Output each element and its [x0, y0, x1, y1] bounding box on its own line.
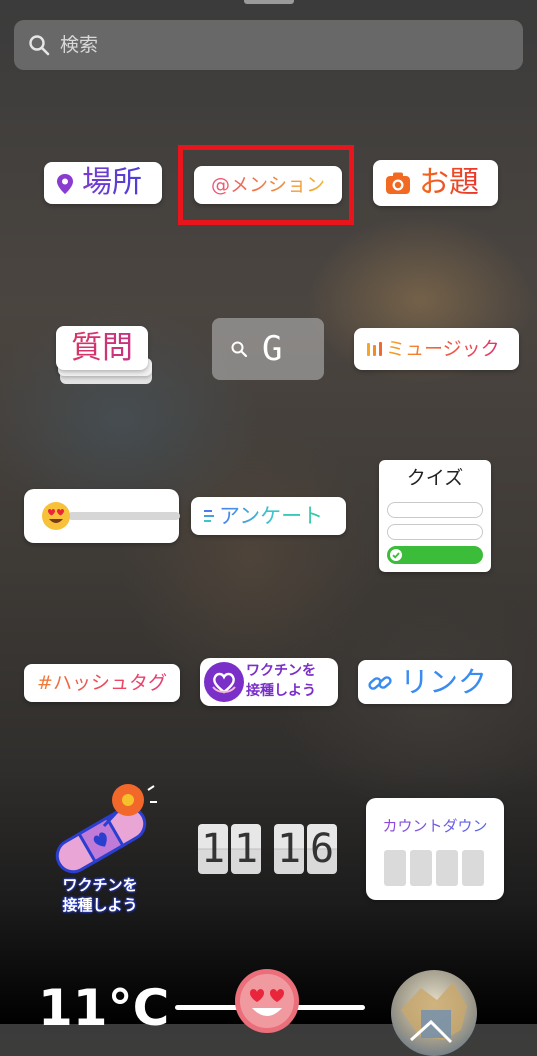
clock-digit: 6 — [307, 824, 337, 874]
vaccine-label-line1: ワクチンを — [246, 663, 316, 679]
quiz-label: クイズ — [406, 467, 464, 489]
clock-digit: 1 — [274, 824, 304, 874]
gif-search-sticker[interactable]: G — [212, 318, 324, 380]
location-pin-icon — [57, 174, 73, 194]
slider-track — [68, 512, 180, 520]
link-label: リンク — [400, 665, 488, 699]
highlight-box — [178, 145, 354, 225]
quiz-option — [387, 502, 483, 518]
question-label: 質問 — [56, 326, 148, 370]
countdown-box — [384, 850, 406, 886]
link-sticker[interactable]: リンク — [358, 660, 512, 704]
location-label: 場所 — [82, 163, 142, 203]
music-sticker[interactable]: ミュージック — [354, 328, 519, 370]
temperature-sticker[interactable]: 11°C — [38, 978, 169, 1038]
avatar[interactable] — [391, 970, 477, 1056]
heart-eyes-emoji-icon[interactable] — [234, 968, 300, 1034]
theme-label: お題 — [419, 162, 479, 204]
poll-lines-icon — [204, 510, 214, 522]
gif-search-label: G — [262, 329, 283, 369]
countdown-box — [462, 850, 484, 886]
clock-digit: 1 — [231, 824, 261, 874]
flip-clock-sticker[interactable]: 1 1 1 6 — [198, 824, 340, 874]
location-sticker[interactable]: 場所 — [44, 162, 162, 204]
search-input[interactable]: 検索 — [60, 32, 98, 58]
check-icon — [390, 549, 402, 561]
link-icon — [368, 676, 392, 690]
poll-sticker[interactable]: アンケート — [191, 497, 346, 535]
vaccine-sticker[interactable]: ワクチンを 接種しよう — [200, 658, 338, 706]
sheet-handle[interactable] — [244, 0, 294, 4]
question-sticker[interactable]: 質問 — [56, 326, 148, 370]
hashtag-sticker[interactable]: #ハッシュタグ — [24, 664, 180, 702]
music-bars-icon — [367, 342, 382, 356]
quiz-sticker[interactable]: クイズ — [379, 460, 491, 572]
search-icon — [231, 341, 248, 358]
music-label: ミュージック — [386, 328, 500, 370]
quiz-correct-option — [387, 546, 483, 564]
vaccine-label-line2: 接種しよう — [246, 683, 316, 699]
countdown-sticker[interactable]: カウントダウン — [366, 798, 504, 900]
countdown-label: カウントダウン — [366, 816, 504, 836]
bandage-flower-icon — [55, 784, 157, 874]
avatar-image — [401, 982, 467, 1044]
heart-hands-icon — [204, 662, 244, 702]
bandage-label-line1: ワクチンを — [62, 876, 138, 894]
theme-sticker[interactable]: お題 — [373, 160, 498, 206]
quiz-option — [387, 524, 483, 540]
search-icon — [29, 35, 50, 56]
camera-icon — [386, 172, 410, 194]
bandage-label-line2: 接種しよう — [62, 896, 138, 914]
bandage-vaccine-sticker[interactable]: ワクチンを 接種しよう — [40, 780, 160, 920]
countdown-box — [436, 850, 458, 886]
clock-digit: 1 — [198, 824, 228, 874]
poll-label: アンケート — [219, 497, 323, 535]
emoji-slider-sticker[interactable] — [24, 489, 180, 543]
hashtag-label: #ハッシュタグ — [24, 664, 180, 702]
countdown-box — [410, 850, 432, 886]
heart-eyes-emoji-icon — [42, 502, 70, 530]
